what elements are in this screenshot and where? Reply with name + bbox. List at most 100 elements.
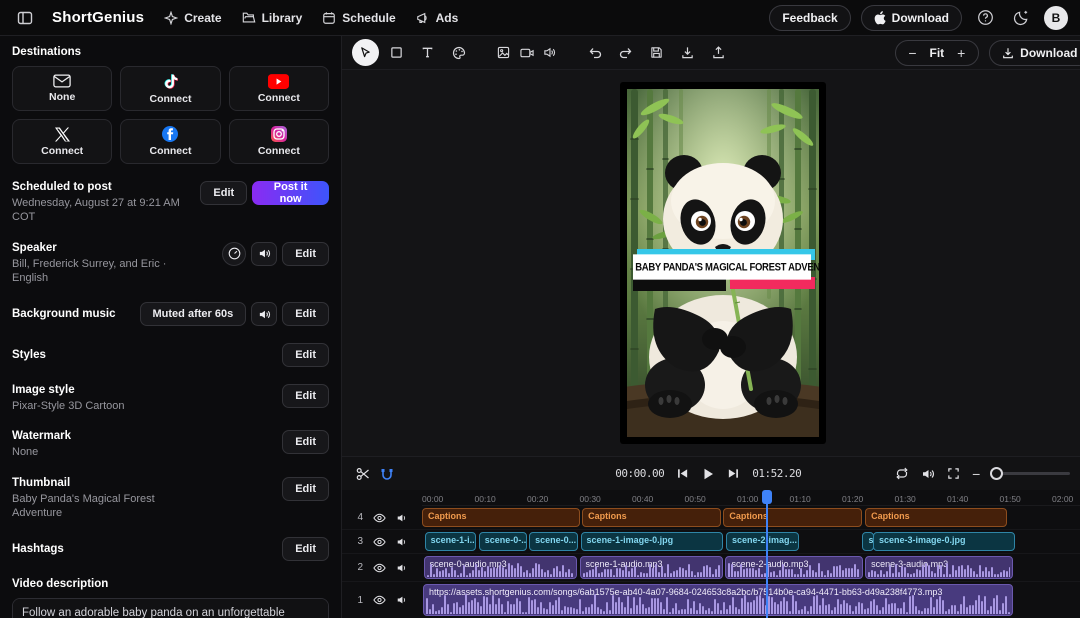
speaker-speed-button[interactable] xyxy=(222,242,246,266)
nav-item-library[interactable]: Library xyxy=(242,11,303,25)
track-volume-icon[interactable] xyxy=(396,512,408,524)
thumbnail-edit-button[interactable]: Edit xyxy=(282,477,329,501)
audio-clip[interactable]: scene-1-audio.mp3 xyxy=(580,556,723,579)
destination-instagram[interactable]: Connect xyxy=(229,119,329,164)
music-volume-button[interactable] xyxy=(251,302,277,326)
caption-clip[interactable]: Captions xyxy=(865,508,1007,527)
add-image-button[interactable] xyxy=(494,39,513,66)
image-clip[interactable]: scene-2-imag... xyxy=(726,532,799,551)
destination-facebook[interactable]: Connect xyxy=(120,119,220,164)
x-icon xyxy=(55,127,70,142)
caption-clip[interactable]: Captions xyxy=(422,508,580,527)
track-header: 2 xyxy=(342,554,422,581)
select-tool-button[interactable] xyxy=(352,39,379,66)
image-clip[interactable]: scene-1-i... xyxy=(425,532,476,551)
eye-icon[interactable] xyxy=(373,595,386,605)
track-lane[interactable]: scene-0-audio.mp3 scene-1-audio.mp3 scen… xyxy=(422,554,1080,581)
skip-forward-button[interactable] xyxy=(727,467,740,480)
destination-label: Connect xyxy=(258,145,300,157)
video-download-button[interactable]: Download xyxy=(989,40,1080,66)
track-volume-icon[interactable] xyxy=(396,562,408,574)
feedback-button[interactable]: Feedback xyxy=(769,5,850,31)
fullscreen-button[interactable] xyxy=(947,467,960,480)
slider-knob[interactable] xyxy=(990,467,1003,480)
video-preview[interactable]: BABY PANDA'S MAGICAL FOREST ADVENTURE xyxy=(620,82,826,444)
export-download-button[interactable] xyxy=(674,39,701,66)
sidebar-toggle-button[interactable] xyxy=(12,5,38,31)
track-volume-icon[interactable] xyxy=(396,536,408,548)
text-tool-button[interactable] xyxy=(414,39,441,66)
caption-clip[interactable]: Captions xyxy=(723,508,862,527)
image-clip[interactable]: scene-3-image-0.jpg xyxy=(873,532,1015,551)
destination-email[interactable]: None xyxy=(12,66,112,111)
speaker-volume-button[interactable] xyxy=(251,242,277,266)
hashtags-edit-button[interactable]: Edit xyxy=(282,537,329,561)
nav-item-create[interactable]: Create xyxy=(164,11,221,25)
app-download-button[interactable]: Download xyxy=(861,5,962,31)
download-icon xyxy=(1002,47,1014,59)
track-lane[interactable]: https://assets.shortgenius.com/songs/6ab… xyxy=(422,582,1080,618)
caption-clip[interactable]: Captions xyxy=(582,508,721,527)
shape-tool-button[interactable] xyxy=(383,39,410,66)
music-edit-button[interactable]: Edit xyxy=(282,302,329,326)
image-clip[interactable]: scene-1-image-0.jpg xyxy=(581,532,724,551)
save-button[interactable] xyxy=(643,39,670,66)
timeline-zoom-slider[interactable] xyxy=(992,472,1070,475)
track-lane[interactable]: scene-1-i... scene-0-... scene-0... scen… xyxy=(422,530,1080,553)
track-volume-icon[interactable] xyxy=(396,594,408,606)
music-clip[interactable]: https://assets.shortgenius.com/songs/6ab… xyxy=(423,584,1013,616)
add-video-button[interactable] xyxy=(517,39,536,66)
add-audio-button[interactable] xyxy=(540,39,559,66)
snap-magnet-button[interactable] xyxy=(380,467,394,481)
undo-button[interactable] xyxy=(581,39,608,66)
caption-overlay[interactable]: BABY PANDA'S MAGICAL FOREST ADVENTURE xyxy=(633,249,811,278)
eye-icon[interactable] xyxy=(373,563,386,573)
eye-icon[interactable] xyxy=(373,513,386,523)
playhead-handle[interactable] xyxy=(762,490,772,504)
destination-x[interactable]: Connect xyxy=(12,119,112,164)
color-tool-button[interactable] xyxy=(445,39,472,66)
track-header: 1 xyxy=(342,582,422,618)
eye-icon[interactable] xyxy=(373,537,386,547)
zoom-fit-button[interactable]: Fit xyxy=(926,46,949,60)
zoom-out-button[interactable]: − xyxy=(900,41,926,65)
audio-clip[interactable]: scene-3-audio.mp3 xyxy=(865,556,1013,579)
track-lane[interactable]: Captions Captions Captions Captions xyxy=(422,506,1080,529)
scheduled-edit-button[interactable]: Edit xyxy=(200,181,247,205)
redo-button[interactable] xyxy=(612,39,639,66)
play-button[interactable] xyxy=(701,467,715,481)
styles-edit-button[interactable]: Edit xyxy=(282,343,329,367)
image-clip[interactable]: scene-0... xyxy=(529,532,578,551)
zoom-in-button[interactable]: + xyxy=(948,41,974,65)
mute-button[interactable] xyxy=(921,467,935,481)
skip-back-button[interactable] xyxy=(676,467,689,480)
image-clip[interactable]: scene-0-... xyxy=(479,532,527,551)
nav-item-ads[interactable]: Ads xyxy=(416,11,459,25)
destination-tiktok[interactable]: Connect xyxy=(120,66,220,111)
destination-youtube[interactable]: Connect xyxy=(229,66,329,111)
track-number: 4 xyxy=(357,512,363,523)
audio-clip[interactable]: scene-2-audio.mp3 xyxy=(725,556,863,579)
timeline-ruler[interactable]: 00:00 00:10 00:20 00:30 00:40 00:50 01:0… xyxy=(422,490,1080,506)
editor-canvas[interactable]: BABY PANDA'S MAGICAL FOREST ADVENTURE xyxy=(342,70,1080,456)
playhead[interactable] xyxy=(766,490,768,618)
help-button[interactable] xyxy=(972,5,998,31)
speaker-edit-button[interactable]: Edit xyxy=(282,242,329,266)
user-avatar[interactable]: B xyxy=(1044,6,1068,30)
image-style-edit-button[interactable]: Edit xyxy=(282,384,329,408)
scheduled-title: Scheduled to post xyxy=(12,181,200,193)
timeline-zoom-out-button[interactable]: − xyxy=(972,466,980,482)
music-muted-button[interactable]: Muted after 60s xyxy=(140,302,247,326)
video-description-input[interactable]: Follow an adorable baby panda on an unfo… xyxy=(12,598,329,618)
audio-clip[interactable]: scene-0-audio.mp3 xyxy=(424,556,577,579)
repeat-icon xyxy=(895,467,909,480)
nav-item-schedule[interactable]: Schedule xyxy=(322,11,395,25)
theme-toggle-button[interactable] xyxy=(1008,5,1034,31)
post-it-now-button[interactable]: Post it now xyxy=(252,181,329,205)
split-clip-button[interactable] xyxy=(356,467,370,481)
loop-button[interactable] xyxy=(895,467,909,480)
watermark-edit-button[interactable]: Edit xyxy=(282,430,329,454)
redo-icon xyxy=(619,46,633,59)
brand-logo[interactable]: ShortGenius xyxy=(52,9,144,26)
share-button[interactable] xyxy=(705,39,732,66)
